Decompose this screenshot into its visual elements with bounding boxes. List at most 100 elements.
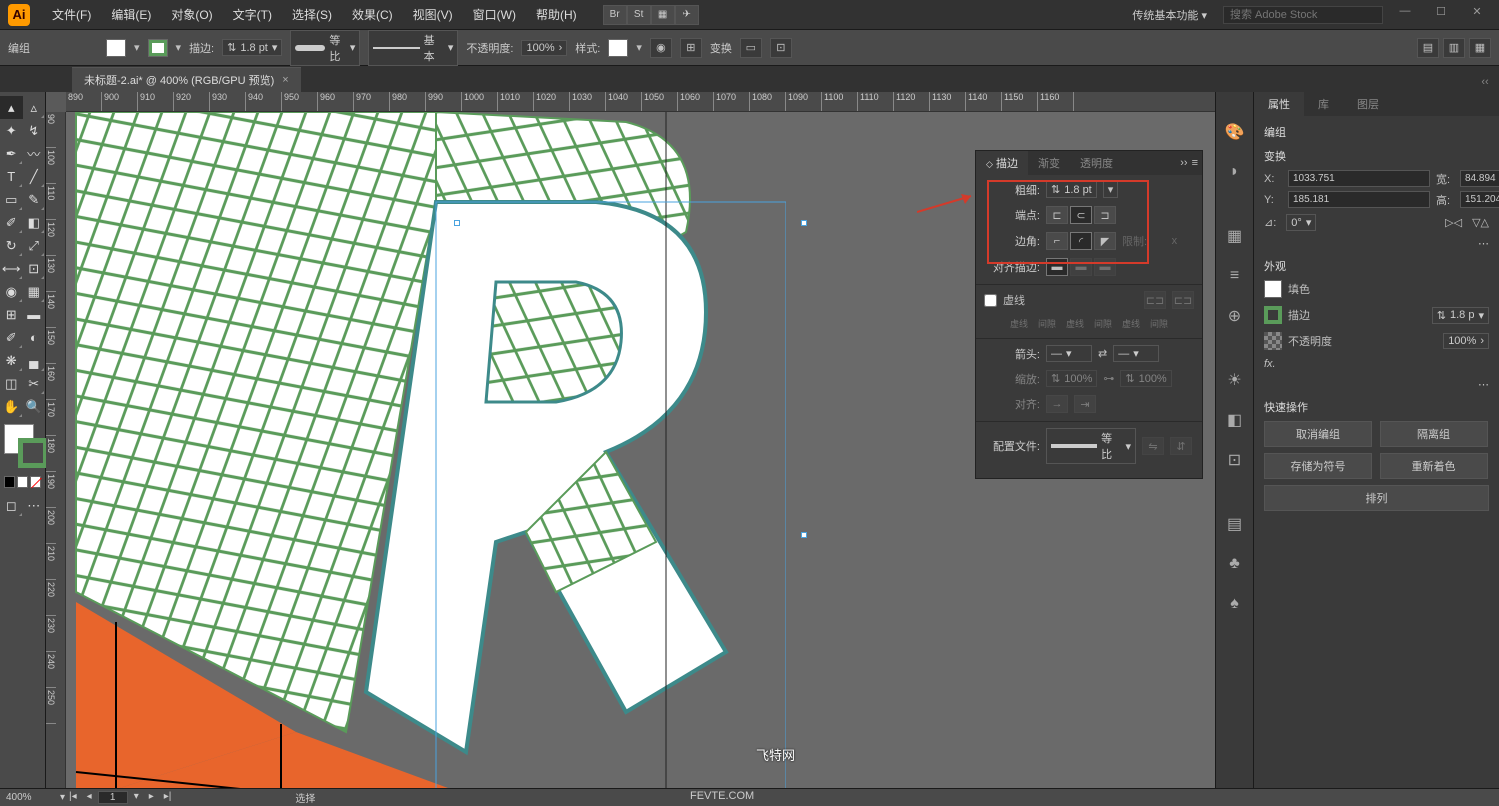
artboard-number[interactable]: 1 xyxy=(98,791,128,804)
angle-input[interactable]: 0°▾ xyxy=(1286,214,1316,231)
graphic-styles-panel-icon[interactable]: ♣ xyxy=(1223,552,1247,576)
curvature-tool[interactable]: 〰 xyxy=(23,142,46,165)
stroke-weight-props[interactable]: ⇅1.8 p▾ xyxy=(1432,307,1489,324)
brushes-panel-icon[interactable]: ≡ xyxy=(1223,264,1247,288)
gpu-icon[interactable]: ✈ xyxy=(675,5,699,25)
fill-stroke-indicator[interactable] xyxy=(0,418,45,474)
stroke-color-box[interactable] xyxy=(18,438,48,468)
shape-builder-tool[interactable]: ◉ xyxy=(0,280,23,303)
mesh-tool[interactable]: ⊞ xyxy=(0,303,23,326)
menu-help[interactable]: 帮助(H) xyxy=(526,6,587,23)
isolate-button[interactable]: 隔离组 xyxy=(1380,421,1488,447)
stock-icon[interactable]: St xyxy=(627,5,651,25)
fill-dropdown-icon[interactable]: ▾ xyxy=(134,41,140,54)
workspace-selector[interactable]: 传统基本功能 ▾ xyxy=(1124,5,1215,25)
h-input[interactable] xyxy=(1460,191,1499,208)
paintbrush-tool[interactable]: ✎ xyxy=(23,188,46,211)
type-tool[interactable]: T xyxy=(0,165,23,188)
first-artboard-icon[interactable]: |◂ xyxy=(65,791,81,804)
swap-arrows-icon[interactable]: ⇄ xyxy=(1098,347,1107,360)
cap-projecting-button[interactable]: ⊐ xyxy=(1094,206,1116,224)
tab-close-icon[interactable]: × xyxy=(282,74,288,86)
arrow-align-1[interactable]: → xyxy=(1046,395,1068,413)
shape-icon[interactable]: ▭ xyxy=(740,38,762,58)
corner-miter-button[interactable]: ⌐ xyxy=(1046,232,1068,250)
style-dropdown-icon[interactable]: ▾ xyxy=(636,41,642,54)
recolor-icon[interactable]: ◉ xyxy=(650,38,672,58)
arrow-start-dropdown[interactable]: —▾ xyxy=(1046,345,1092,362)
menu-select[interactable]: 选择(S) xyxy=(282,6,342,23)
transform-link[interactable]: 变换 xyxy=(710,40,732,56)
symbol-sprayer-tool[interactable]: ❋ xyxy=(0,349,23,372)
close-icon[interactable]: ✕ xyxy=(1463,5,1491,25)
menu-view[interactable]: 视图(V) xyxy=(403,6,463,23)
ungroup-button[interactable]: 取消编组 xyxy=(1264,421,1372,447)
align-center-button[interactable]: ▬ xyxy=(1046,258,1068,276)
selection-handle[interactable] xyxy=(801,532,807,538)
y-input[interactable] xyxy=(1288,191,1430,208)
flip-v-icon[interactable]: ▽△ xyxy=(1472,216,1489,229)
prev-artboard-icon[interactable]: ◂ xyxy=(83,791,96,804)
selection-handle[interactable] xyxy=(454,220,460,226)
panel-toggle-1-icon[interactable]: ▤ xyxy=(1417,38,1439,58)
none-mode-icon[interactable] xyxy=(30,476,41,488)
dash-preserve-icon[interactable]: ⊏⊐ xyxy=(1144,291,1166,309)
panel-toggle-2-icon[interactable]: ▥ xyxy=(1443,38,1465,58)
tab-properties[interactable]: 属性 xyxy=(1254,92,1304,116)
collapse-panels-icon[interactable]: ‹‹ xyxy=(1475,72,1495,92)
align-inside-button[interactable]: ▬ xyxy=(1070,258,1092,276)
menu-object[interactable]: 对象(O) xyxy=(161,6,222,23)
color-panel-icon[interactable]: 🎨 xyxy=(1223,120,1247,144)
zoom-level[interactable]: 400% xyxy=(0,792,60,803)
tab-libraries[interactable]: 库 xyxy=(1304,92,1343,116)
eyedropper-tool[interactable]: ✐ xyxy=(0,326,23,349)
cap-butt-button[interactable]: ⊏ xyxy=(1046,206,1068,224)
recolor-button[interactable]: 重新着色 xyxy=(1380,453,1488,479)
weight-dropdown-icon[interactable]: ▾ xyxy=(1103,181,1119,198)
align-outside-button[interactable]: ▬ xyxy=(1094,258,1116,276)
maximize-icon[interactable]: ☐ xyxy=(1427,5,1455,25)
save-symbol-button[interactable]: 存储为符号 xyxy=(1264,453,1372,479)
arrow-scale-end[interactable]: ⇅100% xyxy=(1120,370,1171,387)
selection-handle[interactable] xyxy=(801,220,807,226)
appearance-panel-icon[interactable]: ▤ xyxy=(1223,512,1247,536)
w-input[interactable] xyxy=(1460,170,1499,187)
eraser-tool[interactable]: ◧ xyxy=(23,211,46,234)
tab-stroke[interactable]: ◇ 描边 xyxy=(976,151,1028,175)
opacity-input-props[interactable]: 100%› xyxy=(1443,333,1489,349)
arrange-docs-icon[interactable]: ▦ xyxy=(651,5,675,25)
swatches-panel-icon[interactable]: ▦ xyxy=(1223,224,1247,248)
scale-tool[interactable]: ⤢ xyxy=(23,234,46,257)
asset-export-panel-icon[interactable]: ♠ xyxy=(1223,592,1247,616)
tab-layers[interactable]: 图层 xyxy=(1343,92,1393,116)
arrow-end-dropdown[interactable]: —▾ xyxy=(1113,345,1159,362)
next-artboard-icon[interactable]: ▸ xyxy=(145,791,158,804)
rotate-tool[interactable]: ↻ xyxy=(0,234,23,257)
last-artboard-icon[interactable]: ▸| xyxy=(160,791,176,804)
style-swatch[interactable] xyxy=(608,39,628,57)
tab-transparency[interactable]: 透明度 xyxy=(1070,151,1123,175)
stroke-dropdown-icon[interactable]: ▾ xyxy=(176,41,182,54)
artboard-tool[interactable]: ◫ xyxy=(0,372,23,395)
flip-along-icon[interactable]: ⇋ xyxy=(1142,437,1164,455)
profile-dropdown[interactable]: 等比▾ xyxy=(290,30,360,66)
x-input[interactable] xyxy=(1288,170,1430,187)
pen-tool[interactable]: ✒ xyxy=(0,142,23,165)
slice-tool[interactable]: ✂ xyxy=(23,372,46,395)
perspective-tool[interactable]: ▦ xyxy=(23,280,46,303)
dash-checkbox[interactable] xyxy=(984,294,997,307)
opacity-input[interactable]: 100%› xyxy=(521,40,567,56)
corner-bevel-button[interactable]: ◤ xyxy=(1094,232,1116,250)
flip-across-icon[interactable]: ⇵ xyxy=(1170,437,1192,455)
menu-file[interactable]: 文件(F) xyxy=(42,6,101,23)
menu-effect[interactable]: 效果(C) xyxy=(342,6,403,23)
menu-edit[interactable]: 编辑(E) xyxy=(101,6,161,23)
document-tab[interactable]: 未标题-2.ai* @ 400% (RGB/GPU 预览) × xyxy=(72,67,301,92)
bridge-icon[interactable]: Br xyxy=(603,5,627,25)
hand-tool[interactable]: ✋ xyxy=(0,395,23,418)
stroke-swatch[interactable] xyxy=(148,39,168,57)
free-transform-tool[interactable]: ⊡ xyxy=(23,257,46,280)
weight-input[interactable]: ⇅1.8 pt xyxy=(1046,181,1097,198)
more-appearance-icon[interactable]: ⋯ xyxy=(1478,379,1489,391)
fx-label[interactable]: fx. xyxy=(1264,358,1276,370)
